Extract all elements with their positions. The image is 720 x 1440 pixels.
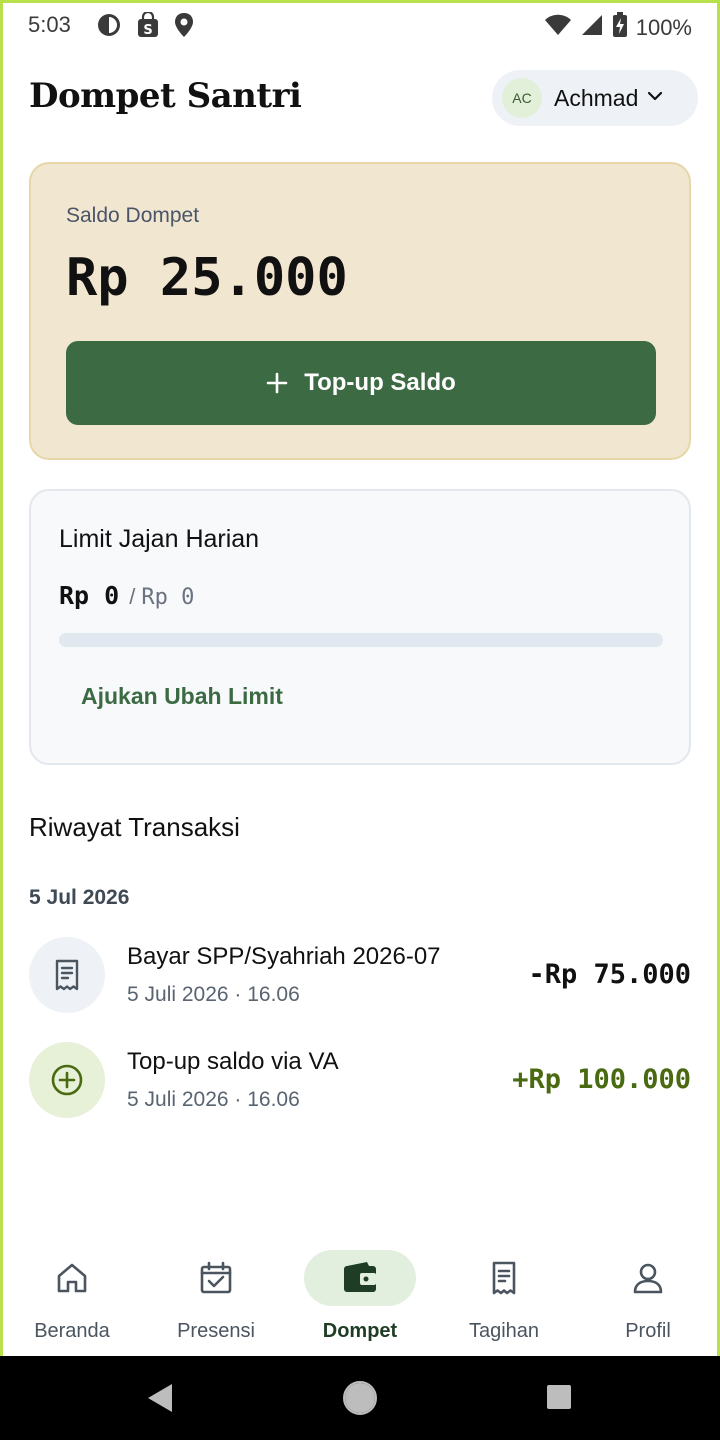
limit-used-amount: Rp 0 [59, 581, 120, 610]
calendar-check-icon [160, 1250, 272, 1306]
svg-text:S: S [143, 23, 152, 38]
battery-percent: 100% [635, 14, 692, 40]
user-name: Achmad [554, 84, 639, 111]
chevron-down-icon [646, 87, 664, 110]
bottom-navigation: Beranda Presensi Dompet Tagihan Profil [3, 1240, 717, 1356]
nav-label: Tagihan [468, 1320, 540, 1342]
status-system-icons: 100% [544, 12, 692, 43]
transaction-row[interactable]: Bayar SPP/Syahriah 2026-07 5 Juli 2026 ·… [29, 937, 691, 1015]
avatar: AC [502, 78, 542, 118]
nav-label: Profil [625, 1320, 671, 1342]
limit-progress-bar [59, 633, 663, 647]
system-navigation-bar [0, 1356, 720, 1440]
status-time: 5:03 [28, 12, 71, 37]
home-icon [16, 1250, 128, 1306]
topup-button-label: Top-up Saldo [304, 369, 456, 396]
nav-item-tagihan[interactable]: Tagihan [432, 1240, 576, 1356]
page-title: Dompet Santri [29, 76, 302, 116]
receipt-icon [29, 937, 105, 1013]
receipt-icon [448, 1250, 560, 1306]
home-circle-icon[interactable] [342, 1380, 378, 1421]
daily-limit-card: Limit Jajan Harian Rp 0 / Rp 0 Ajukan Ub… [29, 489, 691, 765]
nav-label: Presensi [177, 1320, 255, 1342]
plus-icon [266, 372, 288, 394]
transaction-title: Bayar SPP/Syahriah 2026-07 [127, 943, 441, 970]
limit-values: Rp 0 / Rp 0 [59, 581, 194, 610]
wifi-icon [544, 13, 572, 42]
transaction-datetime: 5 Juli 2026 · 16.06 [127, 1088, 300, 1111]
status-notification-icons: S [96, 10, 194, 43]
history-date-header: 5 Jul 2026 [29, 886, 130, 909]
balance-amount: Rp 25.000 [66, 248, 348, 308]
transaction-datetime: 5 Juli 2026 · 16.06 [127, 983, 300, 1006]
balance-label: Saldo Dompet [66, 204, 200, 227]
recents-icon[interactable] [546, 1384, 572, 1415]
back-icon[interactable] [146, 1382, 174, 1419]
plus-circle-icon [29, 1042, 105, 1118]
signal-icon [580, 13, 604, 42]
user-icon [592, 1250, 704, 1306]
limit-max-amount: Rp 0 [141, 585, 195, 610]
nav-item-beranda[interactable]: Beranda [0, 1240, 144, 1356]
limit-separator: / [129, 584, 136, 609]
wallet-icon [304, 1250, 416, 1306]
location-pin-icon [174, 12, 194, 43]
transaction-row[interactable]: Top-up saldo via VA 5 Juli 2026 · 16.06 … [29, 1042, 691, 1120]
status-bar: 5:03 S 100% [0, 0, 720, 52]
wallet-balance-card: Saldo Dompet Rp 25.000 Top-up Saldo [29, 162, 691, 460]
nav-label: Beranda [34, 1320, 110, 1342]
battery-charging-icon [612, 12, 628, 43]
nav-item-profil[interactable]: Profil [576, 1240, 720, 1356]
nav-item-presensi[interactable]: Presensi [144, 1240, 288, 1356]
user-account-switcher[interactable]: AC Achmad [492, 70, 698, 126]
limit-title: Limit Jajan Harian [59, 525, 260, 553]
nav-label: Dompet [322, 1320, 398, 1342]
transaction-amount: +Rp 100.000 [512, 1064, 691, 1095]
request-limit-change-link[interactable]: Ajukan Ubah Limit [81, 683, 283, 710]
transaction-amount: -Rp 75.000 [528, 959, 691, 990]
topup-button[interactable]: Top-up Saldo [66, 341, 656, 425]
shopping-bag-icon: S [136, 10, 160, 43]
transaction-title: Top-up saldo via VA [127, 1048, 339, 1075]
history-title: Riwayat Transaksi [29, 812, 240, 842]
nav-item-dompet[interactable]: Dompet [288, 1240, 432, 1356]
data-saver-icon [96, 12, 122, 43]
